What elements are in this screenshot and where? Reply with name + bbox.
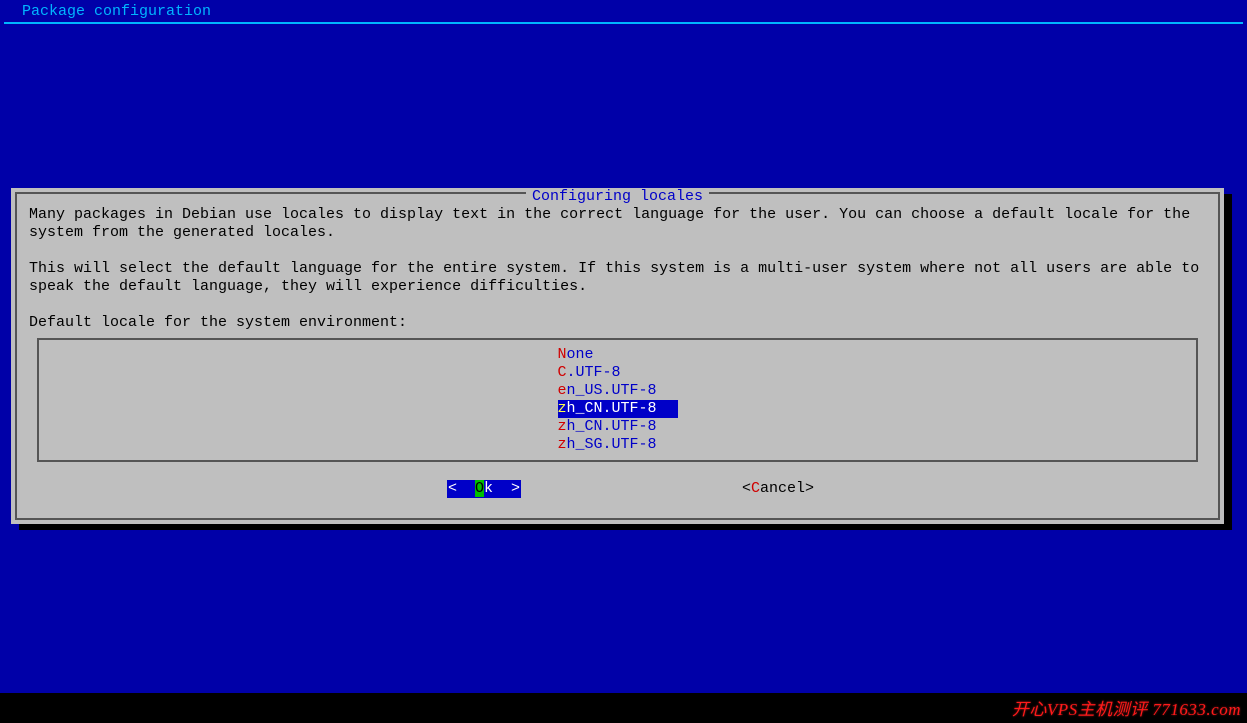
dialog-title-wrap: Configuring locales	[17, 188, 1218, 206]
ok-button-post: k >	[484, 480, 520, 497]
cancel-button-post: ancel>	[760, 480, 814, 497]
dialog: Configuring locales Many packages in Deb…	[11, 188, 1224, 524]
dialog-paragraph-1: Many packages in Debian use locales to d…	[29, 206, 1206, 242]
footer-bar: 开心VPS主机测评 771633.com	[0, 693, 1247, 723]
locale-option-label: h_CN.UTF-8	[567, 400, 657, 417]
cancel-button-pre: <	[742, 480, 751, 497]
locale-option-label: one	[567, 346, 594, 363]
locale-option[interactable]: None	[558, 346, 678, 364]
watermark: 开心VPS主机测评 771633.com	[1012, 701, 1241, 719]
locale-option-label: h_CN.UTF-8	[567, 418, 657, 435]
dialog-frame: Configuring locales Many packages in Deb…	[15, 192, 1220, 520]
locale-option-label: n_US.UTF-8	[567, 382, 657, 399]
locale-option-label: h_SG.UTF-8	[567, 436, 657, 453]
locale-listbox[interactable]: NoneC.UTF-8en_US.UTF-8zh_CN.UTF-8zh_CN.U…	[39, 346, 1196, 454]
dialog-body: Many packages in Debian use locales to d…	[29, 206, 1206, 350]
locale-option[interactable]: zh_CN.UTF-8	[558, 400, 678, 418]
ok-button-pre: <	[448, 480, 475, 497]
terminal-screen: Package configuration Configuring locale…	[0, 0, 1247, 723]
locale-option[interactable]: C.UTF-8	[558, 364, 678, 382]
locale-option-hotkey: N	[558, 346, 567, 363]
page-header: Package configuration	[4, 3, 1243, 23]
locale-option-hotkey: C	[558, 364, 567, 381]
button-row: < Ok > <Cancel>	[17, 480, 1218, 500]
cancel-button-hotkey: C	[751, 480, 760, 497]
locale-option[interactable]: en_US.UTF-8	[558, 382, 678, 400]
ok-button-hotkey: O	[475, 480, 484, 497]
locale-option-hotkey: z	[558, 418, 567, 435]
dialog-prompt: Default locale for the system environmen…	[29, 314, 1206, 332]
page-header-title: Package configuration	[22, 3, 211, 20]
locale-option-hotkey: z	[558, 400, 567, 417]
cancel-button[interactable]: <Cancel>	[741, 480, 815, 498]
locale-option-hotkey: z	[558, 436, 567, 453]
dialog-title: Configuring locales	[526, 188, 709, 205]
locale-listbox-frame: NoneC.UTF-8en_US.UTF-8zh_CN.UTF-8zh_CN.U…	[37, 338, 1198, 462]
header-rule	[4, 22, 1243, 24]
locale-option-hotkey: e	[558, 382, 567, 399]
locale-option[interactable]: zh_CN.UTF-8	[558, 418, 678, 436]
dialog-paragraph-2: This will select the default language fo…	[29, 260, 1206, 296]
locale-option-label: .UTF-8	[567, 364, 621, 381]
ok-button[interactable]: < Ok >	[447, 480, 521, 498]
locale-option[interactable]: zh_SG.UTF-8	[558, 436, 678, 454]
